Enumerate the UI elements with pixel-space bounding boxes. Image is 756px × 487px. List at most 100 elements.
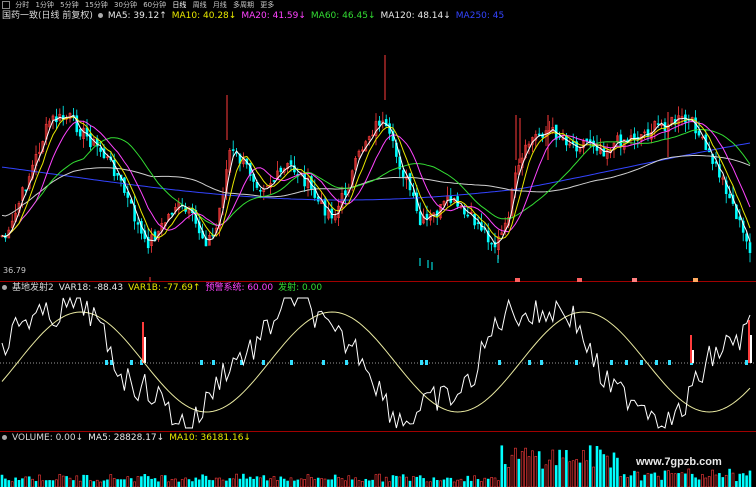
volume-bar — [456, 479, 459, 487]
chart-canvas — [0, 55, 756, 487]
indicator-signal — [290, 360, 293, 365]
indicator-signal — [322, 360, 325, 365]
candle-body — [303, 172, 306, 187]
volume-bar — [31, 478, 34, 487]
candle-body — [401, 170, 405, 179]
volume-bar — [371, 479, 374, 487]
volume-bar — [231, 478, 235, 487]
candle-body — [231, 149, 235, 151]
volume-bar — [344, 480, 347, 487]
volume-bar — [728, 468, 731, 487]
volume-bar — [735, 481, 738, 487]
volume-bar — [187, 479, 191, 487]
volume-bar — [449, 477, 453, 487]
volume-bar — [592, 466, 595, 487]
volume-bar — [146, 476, 150, 487]
volume-bar — [218, 477, 221, 487]
volume-bar — [276, 480, 279, 487]
signal-markers — [149, 255, 698, 282]
volume-bar — [374, 474, 378, 487]
volume-bar — [510, 454, 514, 487]
volume-bar — [303, 479, 306, 487]
volume-bar — [429, 481, 432, 487]
volume-bar — [167, 481, 170, 487]
candle-body — [412, 192, 415, 196]
volume-bar — [95, 479, 99, 487]
volume-bar — [211, 480, 215, 487]
volume-bar — [7, 480, 11, 487]
volume-bar — [497, 480, 500, 487]
volume-bar — [58, 474, 62, 487]
indicator-bar — [750, 335, 752, 363]
volume-bar — [289, 477, 293, 487]
volume-bar — [446, 477, 449, 487]
volume-bar — [656, 475, 660, 487]
volume-bar — [85, 475, 89, 487]
volume-bar — [667, 470, 670, 487]
candle-body — [537, 133, 541, 136]
volume-bar — [354, 477, 357, 487]
volume-bar — [109, 474, 113, 487]
volume-bar — [401, 474, 405, 487]
volume-bar — [384, 476, 388, 487]
volume-bar — [724, 474, 728, 487]
volume-bar — [350, 479, 354, 487]
volume-bar — [89, 480, 92, 487]
volume-bar — [21, 478, 24, 487]
volume-bar — [27, 476, 31, 487]
volume-bar — [571, 460, 575, 487]
volume-bar — [92, 481, 96, 487]
volume-bar — [701, 474, 704, 487]
volume-bar — [150, 478, 153, 487]
candle-body — [646, 129, 650, 137]
volume-bar — [136, 476, 140, 487]
volume-bar — [548, 459, 551, 487]
volume-bar — [208, 479, 211, 487]
volume-bar — [106, 479, 109, 487]
candle-body — [323, 198, 327, 216]
volume-bar — [296, 479, 300, 487]
volume-bar — [425, 481, 429, 487]
indicator-signal — [625, 360, 628, 365]
volume-bar — [599, 449, 602, 487]
volume-bar — [561, 457, 565, 487]
volume-bar — [306, 474, 310, 487]
volume-bar — [361, 480, 364, 487]
indicator-signal — [105, 360, 108, 365]
volume-bar — [143, 474, 147, 487]
volume-bar — [500, 445, 504, 487]
volume-bar — [337, 477, 340, 487]
volume-bar — [286, 480, 289, 487]
indicator-signal — [498, 360, 501, 365]
volume-bar — [313, 479, 317, 487]
volume-bar — [551, 449, 555, 487]
volume-bar — [310, 476, 313, 487]
volume-bar — [463, 481, 466, 487]
indicator-signal — [262, 360, 265, 365]
volume-bar — [391, 475, 395, 487]
volume-bar — [367, 480, 371, 487]
volume-bar — [486, 478, 490, 487]
volume-bar — [616, 457, 619, 487]
volume-bar — [588, 445, 592, 487]
volume-bar — [609, 467, 612, 487]
volume-bar — [684, 473, 687, 487]
volume-bar — [160, 475, 164, 487]
candle-body — [279, 167, 283, 173]
indicator-bar — [692, 350, 694, 363]
volume-bar — [435, 480, 439, 487]
volume-bar — [602, 454, 606, 487]
volume-bar — [480, 481, 483, 487]
volume-bar — [204, 475, 208, 487]
volume-bar — [677, 473, 680, 487]
volume-bar — [452, 481, 456, 487]
volume-bar — [177, 481, 181, 487]
volume-bar — [357, 480, 361, 487]
volume-bar — [490, 477, 493, 487]
volume-bar — [469, 480, 473, 487]
volume-bar — [126, 476, 130, 487]
volume-bar — [612, 452, 616, 487]
volume-bar — [514, 447, 517, 487]
volume-bar — [442, 479, 446, 487]
volume-bar — [731, 472, 735, 487]
